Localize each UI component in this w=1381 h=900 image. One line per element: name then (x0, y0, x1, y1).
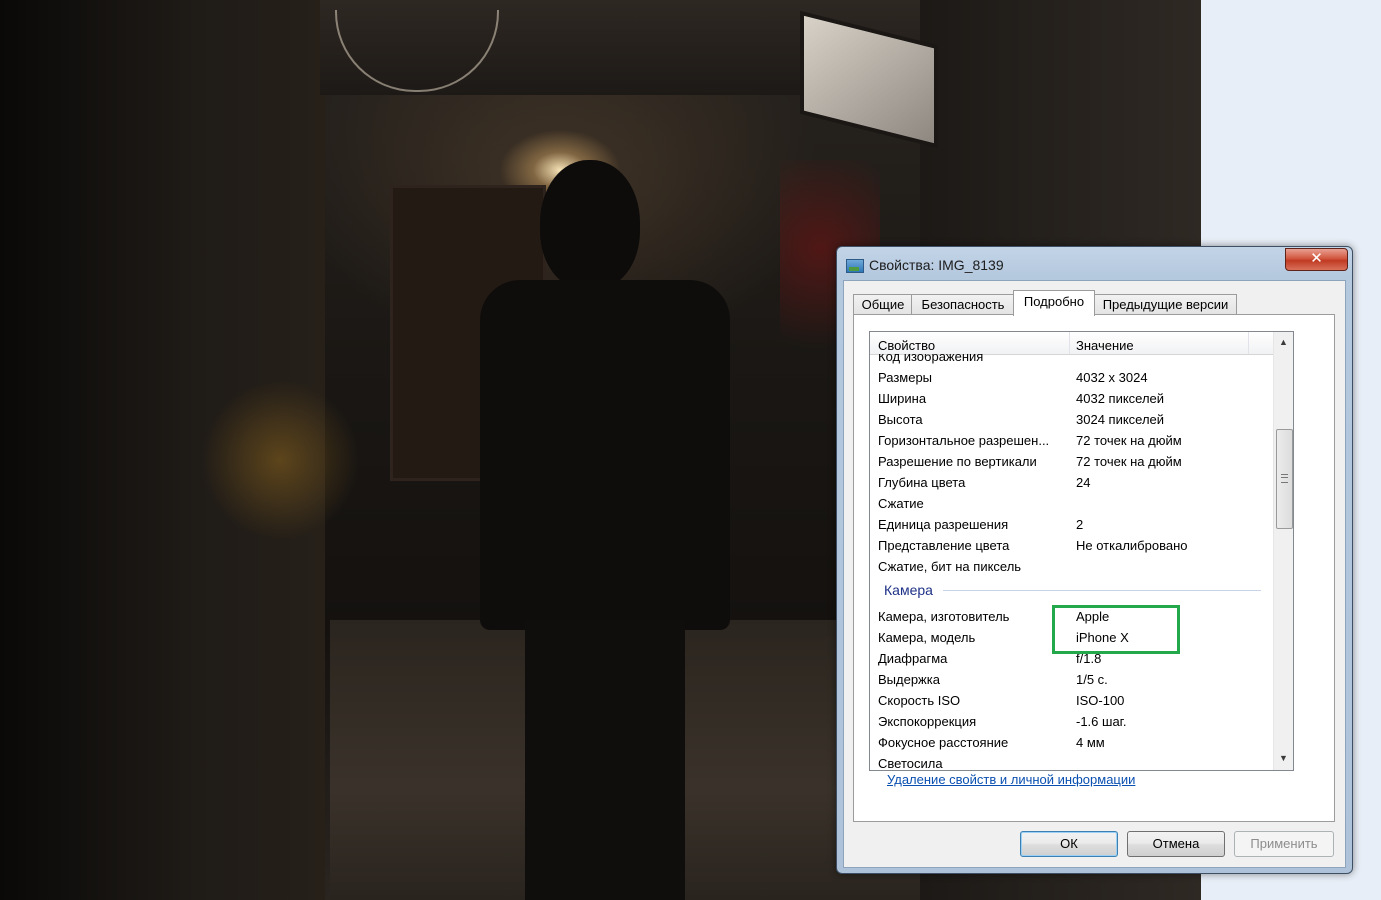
property-value: 2 (1076, 517, 1084, 532)
property-name: Код изображения (878, 354, 984, 364)
tab-details[interactable]: Подробно (1013, 290, 1095, 316)
list-header: Свойство Значение (870, 332, 1273, 355)
grip-icon (1281, 474, 1288, 483)
details-tab-panel: Свойство Значение Код изображения Размер… (853, 314, 1335, 822)
property-value: 4 мм (1076, 735, 1105, 750)
property-value: 72 точек на дюйм (1076, 454, 1182, 469)
dialog-client-area: Общие Безопасность Подробно Предыдущие в… (843, 280, 1346, 868)
person-head (540, 160, 640, 290)
property-value: ISO-100 (1076, 693, 1125, 708)
property-value: 24 (1076, 475, 1091, 490)
tab-general[interactable]: Общие (853, 294, 913, 315)
properties-list[interactable]: Свойство Значение Код изображения Размер… (869, 331, 1294, 771)
property-name: Разрешение по вертикали (878, 454, 1037, 469)
photo-sunflowers (200, 380, 360, 540)
photo-silhouette-person (470, 160, 740, 900)
table-row[interactable]: Светосила (870, 753, 1273, 770)
properties-dialog: Свойства: IMG_8139 ✕ Общие Безопасность … (836, 246, 1353, 874)
remove-properties-link[interactable]: Удаление свойств и личной информации (887, 772, 1135, 787)
property-name: Размеры (878, 370, 933, 385)
table-row[interactable]: Глубина цвета 24 (870, 472, 1273, 493)
group-label: Камера (884, 582, 933, 598)
property-value: -1.6 шаг. (1076, 714, 1127, 729)
table-row[interactable]: Высота 3024 пикселей (870, 409, 1273, 430)
property-name: Выдержка (878, 672, 940, 687)
column-header-property[interactable]: Свойство (878, 338, 935, 353)
property-name: Сжатие, бит на пиксель (878, 559, 1022, 574)
table-row[interactable]: Единица разрешения 2 (870, 514, 1273, 535)
table-row[interactable]: Сжатие, бит на пиксель (870, 556, 1273, 577)
annotation-highlight-box (1052, 605, 1180, 654)
table-row[interactable]: Выдержка 1/5 с. (870, 669, 1273, 690)
property-name: Диафрагма (878, 651, 948, 666)
group-header-camera[interactable]: Камера (870, 578, 1273, 602)
table-row[interactable]: Размеры 4032 x 3024 (870, 367, 1273, 388)
tab-security[interactable]: Безопасность (911, 294, 1015, 315)
scrollbar-thumb[interactable] (1276, 429, 1293, 529)
property-value: 72 точек на дюйм (1076, 433, 1182, 448)
table-row[interactable]: Ширина 4032 пикселей (870, 388, 1273, 409)
table-row[interactable]: Разрешение по вертикали 72 точек на дюйм (870, 451, 1273, 472)
ok-button[interactable]: ОК (1020, 831, 1118, 857)
property-value: 3024 пикселей (1076, 412, 1165, 427)
column-divider[interactable] (1069, 332, 1070, 354)
property-name: Светосила (878, 756, 943, 770)
close-icon: ✕ (1310, 250, 1323, 267)
list-body: Код изображения Размеры 4032 x 3024 Шири… (870, 354, 1273, 770)
table-row[interactable]: Скорость ISO ISO-100 (870, 690, 1273, 711)
property-name: Представление цвета (878, 538, 1010, 553)
scroll-down-button[interactable]: ▼ (1274, 750, 1293, 767)
property-name: Глубина цвета (878, 475, 966, 490)
property-name: Горизонтальное разрешен... (878, 433, 1050, 448)
person-legs (525, 620, 685, 900)
table-row[interactable]: Фокусное расстояние 4 мм (870, 732, 1273, 753)
column-header-value[interactable]: Значение (1076, 338, 1134, 353)
property-name: Ширина (878, 391, 927, 406)
property-value: Не откалибровано (1076, 538, 1188, 553)
image-file-icon (846, 259, 864, 273)
vertical-scrollbar[interactable]: ▲ ▼ (1273, 332, 1293, 770)
table-row[interactable]: Горизонтальное разрешен... 72 точек на д… (870, 430, 1273, 451)
property-name: Сжатие (878, 496, 924, 511)
apply-button[interactable]: Применить (1234, 831, 1334, 857)
close-button[interactable]: ✕ (1285, 248, 1348, 271)
group-divider (943, 590, 1261, 591)
property-name: Фокусное расстояние (878, 735, 1009, 750)
property-name: Камера, модель (878, 630, 976, 645)
property-name: Камера, изготовитель (878, 609, 1010, 624)
arrow-up-icon: ▲ (1279, 337, 1288, 347)
table-row[interactable]: Код изображения (870, 354, 1273, 367)
tab-previous-versions[interactable]: Предыдущие версии (1094, 294, 1237, 315)
table-row[interactable]: Сжатие (870, 493, 1273, 514)
property-name: Скорость ISO (878, 693, 961, 708)
dialog-title: Свойства: IMG_8139 (869, 257, 1004, 273)
table-row[interactable]: Экспокоррекция -1.6 шаг. (870, 711, 1273, 732)
cancel-button[interactable]: Отмена (1127, 831, 1225, 857)
table-row[interactable]: Представление цвета Не откалибровано (870, 535, 1273, 556)
column-divider[interactable] (1248, 332, 1249, 354)
property-value: 4032 пикселей (1076, 391, 1165, 406)
scroll-up-button[interactable]: ▲ (1274, 334, 1293, 351)
person-body (480, 280, 730, 630)
property-name: Высота (878, 412, 923, 427)
property-value: 4032 x 3024 (1076, 370, 1148, 385)
property-value: 1/5 с. (1076, 672, 1108, 687)
property-name: Экспокоррекция (878, 714, 977, 729)
arrow-down-icon: ▼ (1279, 753, 1288, 763)
property-name: Единица разрешения (878, 517, 1009, 532)
dialog-titlebar[interactable]: Свойства: IMG_8139 ✕ (837, 247, 1352, 281)
